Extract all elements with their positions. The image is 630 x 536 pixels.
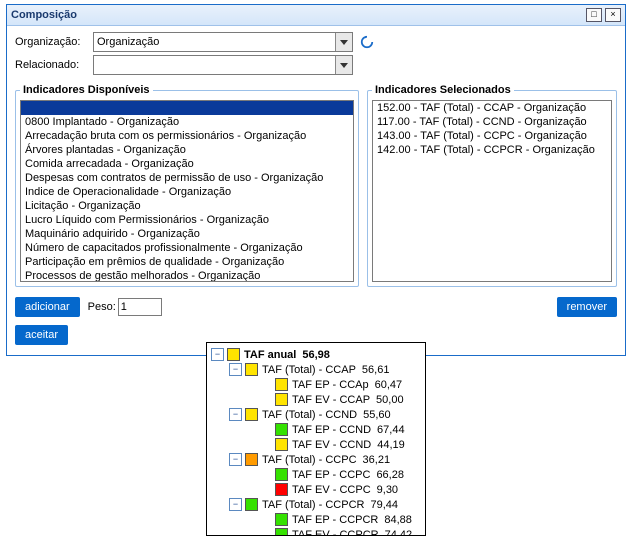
tree-value: 9,30 — [377, 484, 398, 496]
form-area: Organização: Relacionado: — [7, 26, 625, 80]
status-color-icon — [245, 498, 258, 511]
tree-label: TAF (Total) - CCND — [262, 409, 357, 421]
tree-row[interactable]: − TAF (Total) - CCPC 36,21 — [211, 452, 421, 467]
tree-value: 55,60 — [363, 409, 391, 421]
tree-value: 50,00 — [376, 394, 404, 406]
tree-label: TAF (Total) - CCAP — [262, 364, 356, 376]
tree-collapse-icon[interactable]: − — [229, 498, 242, 511]
available-panel: Indicadores Disponíveis 0800 Implantado … — [15, 84, 359, 287]
tree-row[interactable]: TAF EV - CCPC 9,30 — [211, 482, 421, 497]
selected-listbox[interactable]: 152.00 - TAF (Total) - CCAP - Organizaçã… — [372, 100, 612, 282]
tree-label: TAF EP - CCPC — [292, 469, 370, 481]
status-color-icon — [275, 438, 288, 451]
tree-panel: −TAF anual56,98−TAF (Total) - CCAP56,61T… — [206, 342, 426, 536]
chevron-down-icon[interactable] — [335, 33, 352, 51]
selected-legend: Indicadores Selecionados — [372, 84, 514, 96]
list-item[interactable]: 0800 Implantado - Organização — [21, 115, 353, 129]
selected-panel: Indicadores Selecionados 152.00 - TAF (T… — [367, 84, 617, 287]
tree-collapse-icon[interactable]: − — [229, 408, 242, 421]
tree-value: 36,21 — [363, 454, 391, 466]
tree-value: 56,98 — [302, 349, 330, 361]
list-item[interactable]: Arrecadação bruta com os permissionários… — [21, 129, 353, 143]
tree-row[interactable]: TAF EP - CCPCR 84,88 — [211, 512, 421, 527]
tree-row[interactable]: TAF EP - CCPC 66,28 — [211, 467, 421, 482]
list-item[interactable]: 142.00 - TAF (Total) - CCPCR - Organizaç… — [373, 143, 611, 157]
tree-value: 66,28 — [376, 469, 404, 481]
list-item[interactable]: 143.00 - TAF (Total) - CCPC - Organizaçã… — [373, 129, 611, 143]
list-item[interactable]: Maquinário adquirido - Organização — [21, 227, 353, 241]
maximize-button[interactable]: □ — [586, 8, 602, 22]
org-input[interactable] — [94, 33, 335, 51]
org-select[interactable] — [93, 32, 353, 52]
tree-row[interactable]: − TAF (Total) - CCPCR 79,44 — [211, 497, 421, 512]
remover-button[interactable]: remover — [557, 297, 617, 317]
refresh-icon[interactable] — [359, 34, 375, 50]
list-item[interactable]: Despesas com contratos de permissão de u… — [21, 171, 353, 185]
status-color-icon — [275, 423, 288, 436]
list-item[interactable]: Participação em prêmios de qualidade - O… — [21, 255, 353, 269]
tree-value: 60,47 — [375, 379, 403, 391]
status-color-icon — [275, 468, 288, 481]
tree-collapse-icon[interactable]: − — [211, 348, 224, 361]
status-color-icon — [275, 513, 288, 526]
tree-label: TAF (Total) - CCPC — [262, 454, 357, 466]
tree-label: TAF EP - CCPCR — [292, 514, 378, 526]
list-item[interactable]: 152.00 - TAF (Total) - CCAP - Organizaçã… — [373, 101, 611, 115]
tree-label: TAF EV - CCPC — [292, 484, 371, 496]
tree-collapse-icon[interactable]: − — [229, 363, 242, 376]
rel-label: Relacionado: — [15, 59, 93, 71]
tree-value: 56,61 — [362, 364, 390, 376]
list-item[interactable]: Número de capacitados profissionalmente … — [21, 241, 353, 255]
tree-label: TAF EV - CCND — [292, 439, 371, 451]
status-color-icon — [227, 348, 240, 361]
window-title: Composição — [11, 9, 77, 21]
tree-row[interactable]: TAF EV - CCAP 50,00 — [211, 392, 421, 407]
titlebar: Composição □ × — [7, 5, 625, 26]
list-item[interactable] — [21, 101, 353, 115]
rel-input[interactable] — [94, 56, 335, 74]
tree-row[interactable]: TAF EV - CCPCR74,42 — [211, 527, 421, 536]
list-item[interactable]: Árvores plantadas - Organização — [21, 143, 353, 157]
chevron-down-icon[interactable] — [335, 56, 352, 74]
status-color-icon — [275, 393, 288, 406]
tree-row[interactable]: − TAF (Total) - CCND 55,60 — [211, 407, 421, 422]
tree-label: TAF (Total) - CCPCR — [262, 499, 364, 511]
list-item[interactable]: 117.00 - TAF (Total) - CCND - Organizaçã… — [373, 115, 611, 129]
tree-label: TAF EP - CCND — [292, 424, 371, 436]
status-color-icon — [245, 408, 258, 421]
available-legend: Indicadores Disponíveis — [20, 84, 153, 96]
tree-value: 44,19 — [377, 439, 405, 451]
status-color-icon — [245, 453, 258, 466]
list-item[interactable]: Processos de gestão melhorados - Organiz… — [21, 269, 353, 282]
rel-select[interactable] — [93, 55, 353, 75]
aceitar-button[interactable]: aceitar — [15, 325, 68, 345]
list-item[interactable]: Licitação - Organização — [21, 199, 353, 213]
tree-row[interactable]: − TAF anual 56,98 — [211, 347, 421, 362]
org-label: Organização: — [15, 36, 93, 48]
status-color-icon — [275, 378, 288, 391]
adicionar-button[interactable]: adicionar — [15, 297, 80, 317]
tree-value: 79,44 — [370, 499, 398, 511]
tree-row[interactable]: − TAF (Total) - CCAP 56,61 — [211, 362, 421, 377]
tree-collapse-icon[interactable]: − — [229, 453, 242, 466]
tree-row[interactable]: TAF EP - CCND 67,44 — [211, 422, 421, 437]
tree-value: 84,88 — [384, 514, 412, 526]
status-color-icon — [275, 483, 288, 496]
tree-label: TAF EP - CCAp — [292, 379, 369, 391]
tree-label: TAF anual — [244, 349, 296, 361]
close-button[interactable]: × — [605, 8, 621, 22]
tree-row[interactable]: TAF EP - CCAp 60,47 — [211, 377, 421, 392]
tree-value: 67,44 — [377, 424, 405, 436]
status-color-icon — [245, 363, 258, 376]
tree-row[interactable]: TAF EV - CCND 44,19 — [211, 437, 421, 452]
list-item[interactable]: Comida arrecadada - Organização — [21, 157, 353, 171]
peso-input[interactable] — [118, 298, 162, 316]
composition-window: Composição □ × Organização: Relacionado: — [6, 4, 626, 356]
tree-label: TAF EV - CCAP — [292, 394, 370, 406]
peso-label: Peso: — [88, 301, 116, 313]
list-item[interactable]: Indice de Operacionalidade - Organização — [21, 185, 353, 199]
available-listbox[interactable]: 0800 Implantado - OrganizaçãoArrecadação… — [20, 100, 354, 282]
list-item[interactable]: Lucro Líquido com Permissionários - Orga… — [21, 213, 353, 227]
status-color-icon — [275, 528, 288, 536]
